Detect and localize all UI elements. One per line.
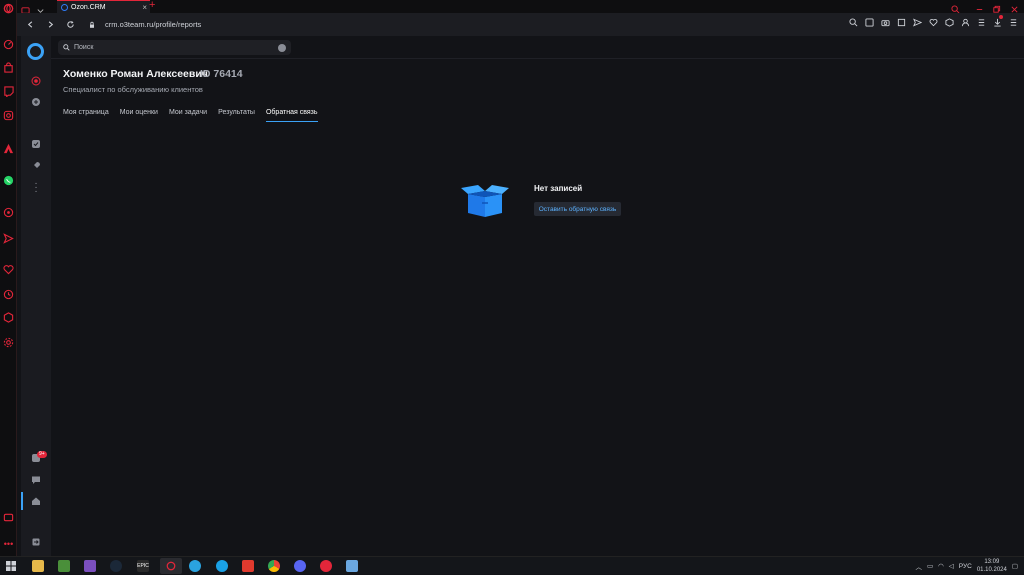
anydesk-icon[interactable] [242, 560, 254, 572]
translate-icon[interactable] [864, 17, 874, 27]
tab-menu-icon[interactable] [36, 2, 45, 13]
volume-icon[interactable]: ◁ [949, 562, 954, 570]
more-vertical-icon[interactable]: · · · [30, 179, 42, 197]
lock-icon[interactable] [85, 18, 99, 32]
easy-setup-icon[interactable] [976, 17, 986, 27]
new-tab-button[interactable]: + [149, 0, 155, 11]
search-icon [63, 44, 70, 51]
heart-outline-icon[interactable] [928, 17, 938, 27]
gx-controls-icon[interactable] [21, 2, 30, 14]
active-indicator [21, 492, 23, 510]
tray-chevron-icon[interactable]: ︿ [915, 561, 922, 571]
tasks-check-icon[interactable] [30, 138, 42, 150]
menu-icon[interactable] [1008, 17, 1018, 27]
tab-results[interactable]: Результаты [218, 109, 255, 122]
windows-taskbar: EPIC ︿ ▭ ◠ ◁ РУС 13:09 01.10.2024 ▢ [0, 556, 1024, 574]
clock-time: 13:09 [984, 559, 1000, 565]
cloud-app-icon[interactable] [346, 560, 358, 572]
network-icon[interactable]: ▭ [927, 562, 933, 570]
feather-app-icon[interactable] [84, 560, 96, 572]
epic-games-icon[interactable]: EPIC [137, 560, 149, 572]
chat-icon[interactable] [30, 474, 42, 486]
clock[interactable]: 13:09 01.10.2024 [977, 558, 1007, 574]
empty-box-icon [460, 182, 510, 218]
lens-search-icon[interactable] [848, 17, 858, 27]
tab-close-icon[interactable]: × [142, 3, 147, 12]
opera-icon[interactable] [320, 560, 332, 572]
clock-date: 01.10.2024 [976, 567, 1007, 573]
minecraft-icon[interactable] [58, 560, 70, 572]
opera-sidebar: ••• [0, 0, 17, 556]
tab-my-page[interactable]: Моя страница [63, 109, 109, 122]
send-icon[interactable] [3, 233, 14, 244]
url-field[interactable]: crm.o3team.ru/profile/reports [105, 20, 201, 29]
discord-icon[interactable] [294, 560, 306, 572]
send-to-phone-icon[interactable] [912, 17, 922, 27]
address-bar: crm.o3team.ru/profile/reports [17, 13, 1024, 36]
snapshot-icon[interactable] [896, 17, 906, 27]
player-icon[interactable] [3, 207, 14, 218]
info-icon[interactable] [278, 43, 286, 52]
wifi-icon[interactable]: ◠ [938, 562, 944, 570]
windows-start-icon[interactable] [5, 560, 17, 572]
file-explorer-icon[interactable] [32, 560, 44, 572]
app-rail: · · · 9+ [21, 36, 51, 556]
aria-ai-icon[interactable] [3, 143, 14, 154]
instagram-icon[interactable] [3, 110, 14, 121]
whatsapp-icon[interactable] [3, 175, 14, 186]
search-input[interactable]: Поиск [58, 40, 291, 55]
skype-icon[interactable] [216, 560, 228, 572]
home-icon[interactable] [30, 495, 42, 507]
ozon-favicon-icon [61, 3, 68, 11]
logout-icon[interactable] [30, 536, 42, 548]
extensions-icon[interactable] [944, 17, 954, 27]
profile-icon[interactable] [960, 17, 970, 27]
search-placeholder: Поиск [74, 44, 94, 51]
settings-gear-icon[interactable] [3, 337, 14, 348]
steam-icon[interactable] [110, 560, 122, 572]
heart-icon[interactable] [3, 264, 14, 275]
tab-feedback[interactable]: Обратная связь [265, 109, 318, 122]
browser-toolbar [848, 15, 1018, 27]
tab-my-tasks[interactable]: Мои задачи [169, 109, 207, 122]
telegram-icon[interactable] [189, 560, 201, 572]
back-arrow-icon[interactable] [23, 18, 37, 32]
history-icon[interactable] [3, 289, 14, 300]
notification-badge: 9+ [37, 451, 47, 458]
gx-corner-icon[interactable] [3, 512, 14, 523]
profile-tabs: Моя страница Мои оценки Мои задачи Резул… [63, 109, 318, 122]
opera-gx-taskbar-icon[interactable] [160, 558, 182, 574]
profile-id: ID 76414 [200, 68, 243, 80]
empty-state-title: Нет записей [534, 184, 583, 193]
profile-name: Хоменко Роман Алексеевич [63, 68, 208, 80]
chrome-icon[interactable] [268, 560, 280, 572]
leave-feedback-button[interactable]: Оставить обратную связь [534, 202, 621, 216]
downloads-dot-icon [999, 15, 1003, 19]
tab-title: Ozon.CRM [71, 3, 106, 11]
profile-role: Специалист по обслуживанию клиентов [63, 85, 203, 94]
opera-logo-icon[interactable] [3, 3, 14, 14]
language-indicator[interactable]: РУС [959, 563, 972, 570]
more-dots-icon[interactable]: ••• [3, 538, 14, 549]
target-icon[interactable] [30, 75, 42, 87]
twitch-icon[interactable] [3, 86, 14, 97]
camera-icon[interactable] [880, 17, 890, 27]
notification-center-icon[interactable]: ▢ [1012, 562, 1018, 570]
extensions-cube-icon[interactable] [3, 312, 14, 323]
forward-arrow-icon[interactable] [43, 18, 57, 32]
tab-bar: Ozon.CRM × + [17, 0, 1024, 14]
plus-circle-icon[interactable] [30, 96, 42, 108]
header-divider [51, 58, 1024, 59]
downloads-icon[interactable] [992, 15, 1003, 27]
ozon-logo-icon[interactable] [27, 43, 44, 60]
system-tray: ︿ ▭ ◠ ◁ РУС 13:09 01.10.2024 ▢ [915, 557, 1024, 575]
reload-icon[interactable] [63, 18, 77, 32]
shopping-bag-icon[interactable] [3, 62, 14, 73]
rocket-icon[interactable] [30, 160, 42, 172]
tab-ozon-crm[interactable]: Ozon.CRM × [57, 0, 150, 13]
speed-dial-icon[interactable] [3, 39, 14, 50]
tab-my-ratings[interactable]: Мои оценки [120, 109, 158, 122]
